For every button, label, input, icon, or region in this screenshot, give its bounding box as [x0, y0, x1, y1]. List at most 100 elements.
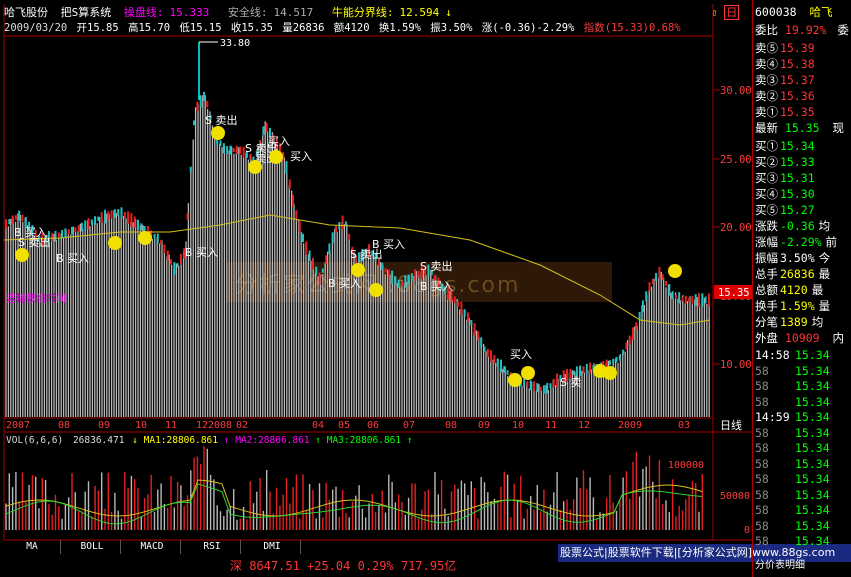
- candle: [684, 295, 687, 305]
- candle: [394, 276, 397, 285]
- tick-row: 58 15.34: [755, 394, 830, 409]
- price-tick: 10.00: [720, 359, 752, 371]
- candle: [315, 266, 318, 276]
- candle: [193, 120, 196, 126]
- candle: [222, 143, 225, 154]
- candle: [100, 212, 103, 223]
- candle: [648, 282, 651, 291]
- candle: [582, 366, 585, 374]
- smiley-icon: [15, 248, 29, 262]
- candle: [104, 209, 106, 224]
- candle: [285, 161, 288, 174]
- price-tick: 30.00: [720, 85, 752, 97]
- volume-bars: [5, 446, 703, 530]
- tick-row: 58 15.34: [755, 518, 830, 533]
- candle: [71, 227, 73, 235]
- signal-label: S 卖出: [18, 235, 50, 249]
- candle: [57, 232, 60, 239]
- date-tick: 02: [236, 420, 248, 431]
- date-tick: 11: [165, 420, 177, 431]
- candle: [549, 383, 552, 389]
- candle: [463, 309, 466, 317]
- candle: [410, 273, 413, 281]
- tick-row: 58 15.34: [755, 534, 830, 548]
- stat-row: 总手 26836 最: [755, 267, 831, 281]
- signal-label: 买入: [510, 348, 532, 361]
- candle: [470, 320, 473, 326]
- sell-level: 卖⑤ 15.39: [755, 41, 815, 55]
- sell-level: 卖④ 15.38: [755, 57, 815, 71]
- candle: [311, 257, 314, 270]
- candle: [701, 293, 704, 307]
- candle: [681, 296, 684, 302]
- price-axis: 30.00 25.00 20.00 15.00 10.00: [713, 85, 752, 371]
- panel-footer[interactable]: 分价表明细: [755, 556, 805, 571]
- candle: [523, 378, 526, 388]
- candle: [123, 212, 126, 219]
- candle: [407, 274, 410, 284]
- date-tick: 08: [58, 420, 70, 431]
- candle: [698, 293, 700, 307]
- tab-rsi[interactable]: RSI: [184, 540, 241, 554]
- tab-boll[interactable]: BOLL: [64, 540, 121, 554]
- candle: [325, 255, 328, 264]
- date-tick: 05: [338, 420, 350, 431]
- candle: [460, 301, 463, 316]
- kline-chart[interactable]: 分析家公式网 .88gs.com 选择数组时间 33.80 30.00 25.0…: [0, 0, 752, 577]
- candle: [671, 291, 674, 300]
- tab-macd[interactable]: MACD: [124, 540, 181, 554]
- candle: [206, 100, 209, 108]
- date-tick: 04: [312, 420, 324, 431]
- tab-ma[interactable]: MA: [4, 540, 61, 554]
- smiley-icon: [248, 160, 262, 174]
- tick-row: 58 15.34: [755, 487, 830, 502]
- buy-level: 买③ 15.31: [755, 171, 815, 185]
- candle: [615, 356, 618, 363]
- candle: [189, 166, 192, 173]
- tick-row: 58 15.34: [755, 503, 830, 517]
- candle: [381, 262, 384, 270]
- candle: [473, 323, 476, 336]
- candle: [493, 355, 496, 364]
- date-tick: 09: [98, 420, 110, 431]
- candle: [694, 294, 697, 306]
- candle: [658, 266, 661, 279]
- volume-ma3: [5, 483, 703, 525]
- period-label[interactable]: 日线: [720, 418, 742, 432]
- smiley-icon: [508, 373, 522, 387]
- candle: [51, 232, 54, 242]
- candle: [302, 233, 304, 243]
- candle: [199, 95, 202, 108]
- volume-axis: 100000 50000 0: [668, 460, 750, 536]
- candle: [262, 126, 265, 135]
- candle: [632, 327, 634, 341]
- candle: [140, 223, 143, 231]
- candle: [506, 370, 509, 375]
- tick-row: 58 15.34: [755, 363, 830, 378]
- candle: [641, 300, 644, 313]
- smiley-icon: [211, 126, 225, 140]
- date-tick: 11: [545, 420, 557, 431]
- peak-label: 33.80: [220, 38, 250, 49]
- candle: [318, 272, 321, 286]
- candle: [173, 262, 176, 276]
- candle: [186, 213, 189, 220]
- candle: [328, 243, 331, 254]
- date-tick: 09: [478, 420, 490, 431]
- date-tick: 07: [403, 420, 415, 431]
- candle: [661, 274, 664, 281]
- buy-level: 买② 15.33: [755, 155, 815, 169]
- candle: [166, 250, 169, 261]
- candle: [556, 373, 559, 388]
- candle: [572, 370, 575, 375]
- candle: [219, 140, 222, 146]
- candle: [249, 154, 252, 160]
- sell-level: 卖① 15.35: [755, 105, 815, 119]
- candle: [585, 363, 588, 374]
- candle: [655, 273, 658, 282]
- tab-dmi[interactable]: DMI: [244, 540, 301, 554]
- candle: [64, 228, 67, 238]
- signal-label: S 卖出: [420, 259, 452, 273]
- candle: [11, 215, 14, 224]
- smiley-icon: [603, 366, 617, 380]
